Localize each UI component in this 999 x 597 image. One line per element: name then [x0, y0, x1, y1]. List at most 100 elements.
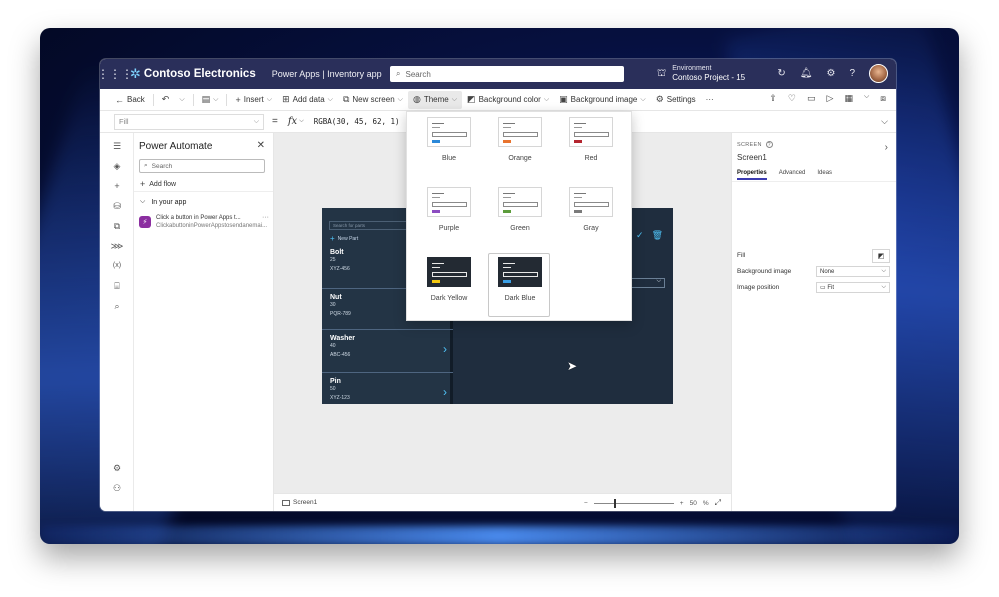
theme-option-gray[interactable]: Gray: [559, 183, 621, 247]
power-automate-icon[interactable]: ⋙: [110, 239, 124, 253]
screen-tab[interactable]: Screen1: [282, 499, 317, 506]
paste-button[interactable]: ▤ ⌵: [197, 94, 224, 105]
in-your-app-section[interactable]: ⌵ In your app: [140, 198, 186, 206]
fit-to-window-icon[interactable]: ⤢: [715, 498, 721, 508]
search-icon[interactable]: ⌕: [110, 299, 124, 313]
hamburger-icon[interactable]: ☰: [110, 139, 124, 153]
tree-view-icon[interactable]: ◈: [110, 159, 124, 173]
chevron-right-icon[interactable]: ›: [443, 342, 447, 356]
zoom-out-button[interactable]: −: [584, 500, 588, 507]
properties-pane: SCREEN ? Screen1 › Properties Advanced I…: [731, 133, 896, 511]
publish-icon[interactable]: ⧈: [880, 93, 886, 104]
account-icon[interactable]: ⚇: [110, 481, 124, 495]
copilot-icon[interactable]: ↻: [777, 68, 785, 79]
chevron-down-icon: ⌵: [266, 95, 273, 103]
back-button[interactable]: ← Back: [110, 95, 150, 105]
settings-button[interactable]: ⚙ Settings: [651, 94, 701, 105]
theme-option-dark-blue[interactable]: Dark Blue: [488, 253, 550, 317]
properties-kicker: SCREEN ?: [737, 141, 773, 148]
add-data-button[interactable]: ⊞ Add data ⌵: [277, 94, 338, 105]
more-button[interactable]: ···: [701, 95, 719, 104]
tab-ideas[interactable]: Ideas: [817, 170, 832, 180]
theme-swatch: [569, 117, 613, 147]
flow-list-item[interactable]: ⚡︎ Click a button in Power Apps t... Cli…: [139, 214, 269, 234]
chevron-right-icon[interactable]: ›: [885, 142, 888, 153]
plus-icon: +: [235, 94, 241, 105]
tab-advanced[interactable]: Advanced: [779, 170, 806, 180]
media-icon[interactable]: ⧉: [110, 219, 124, 233]
formula-input[interactable]: RGBA(30, 45, 62, 1): [314, 117, 400, 126]
title-bar: ⋮⋮⋮ ✲ Contoso Electronics Power Apps | I…: [100, 59, 896, 89]
more-options-icon[interactable]: ···: [262, 214, 269, 221]
new-screen-label: New screen: [352, 95, 395, 104]
undo-dropdown[interactable]: ⌵: [174, 96, 189, 104]
data-icon[interactable]: ⛁: [110, 199, 124, 213]
user-avatar[interactable]: [869, 64, 888, 83]
background-image-button[interactable]: ▣ Background image ⌵: [554, 94, 651, 105]
pane-title: Power Automate: [139, 141, 213, 152]
new-screen-button[interactable]: ⧉ New screen ⌵: [338, 94, 408, 105]
notifications-icon[interactable]: 🔔︎: [800, 68, 813, 79]
advanced-tools-icon[interactable]: ⌸: [110, 279, 124, 293]
zoom-in-button[interactable]: +: [680, 500, 684, 507]
pane-search-input[interactable]: ⌕ Search: [139, 159, 265, 173]
background-color-button[interactable]: ◩ Background color ⌵: [462, 94, 554, 105]
theme-option-purple[interactable]: Purple: [417, 183, 479, 247]
background-image-label: Background image: [737, 268, 792, 275]
theme-option-green[interactable]: Green: [488, 183, 550, 247]
global-search-input[interactable]: ⌕ Search: [390, 66, 624, 82]
environment-picker[interactable]: ⛫ Environment Contoso Project - 15: [657, 64, 745, 82]
tab-properties[interactable]: Properties: [737, 170, 767, 180]
save-icon[interactable]: ▦: [844, 93, 853, 104]
chevron-down-icon[interactable]: ⌵: [299, 118, 304, 125]
part-name: Washer: [330, 335, 356, 342]
chevron-down-icon[interactable]: ⌵: [864, 93, 869, 104]
chevron-down-icon: ⌵: [140, 198, 146, 205]
new-part-button[interactable]: + New Part: [330, 234, 358, 243]
equals-sign: =: [272, 116, 278, 127]
help-icon[interactable]: ?: [849, 68, 855, 79]
zoom-slider[interactable]: [593, 498, 674, 508]
zoom-value: 50: [689, 499, 697, 507]
gallery-item[interactable]: Washer 40 ABC-456 ›: [322, 329, 453, 371]
environment-label: Environment: [672, 65, 712, 72]
theme-label: Orange: [508, 155, 532, 162]
close-icon[interactable]: ✕: [257, 140, 265, 151]
comments-icon[interactable]: ▭: [807, 93, 816, 104]
background-image-dropdown[interactable]: None ⌵: [816, 266, 890, 277]
search-icon: ⌕: [396, 69, 401, 78]
theme-option-dark-yellow[interactable]: Dark Yellow: [417, 253, 479, 317]
gallery-item[interactable]: Pin 50 XYZ-123 ›: [322, 372, 453, 404]
theme-swatch: [427, 187, 471, 217]
part-code: XYZ-123: [330, 395, 350, 401]
theme-button[interactable]: ◍ Theme ⌵: [407, 90, 463, 109]
fill-color-picker[interactable]: ◩: [872, 249, 890, 263]
divider: [192, 93, 194, 106]
part-code: ABC-456: [330, 352, 351, 358]
preview-play-icon[interactable]: ▷: [827, 93, 834, 104]
theme-option-red[interactable]: Red: [559, 113, 621, 177]
share-icon[interactable]: ⇪: [769, 93, 777, 104]
image-position-label: Image position: [737, 284, 780, 291]
image-position-dropdown[interactable]: ▭ Fit ⌵: [816, 282, 890, 293]
insert-icon[interactable]: +: [110, 179, 124, 193]
property-dropdown[interactable]: Fill ⌵: [114, 113, 264, 130]
app-checker-icon[interactable]: ♡: [788, 93, 796, 104]
theme-option-blue[interactable]: Blue: [417, 113, 479, 177]
settings-gear-icon[interactable]: ⚙: [110, 461, 124, 475]
fx-icon[interactable]: fx: [288, 116, 297, 127]
trash-icon[interactable]: 🗑︎: [652, 230, 663, 241]
chevron-right-icon[interactable]: ›: [443, 385, 447, 399]
variables-icon[interactable]: (x): [110, 259, 124, 273]
help-icon[interactable]: ?: [765, 141, 773, 148]
app-launcher-icon[interactable]: ⋮⋮⋮: [100, 59, 133, 89]
expand-formula-icon[interactable]: ⌵: [881, 116, 888, 127]
background-image-value: None: [820, 269, 835, 275]
checkmark-icon[interactable]: ✓: [636, 230, 644, 241]
theme-option-orange[interactable]: Orange: [488, 113, 550, 177]
add-flow-button[interactable]: + Add flow: [140, 179, 176, 189]
settings-gear-icon[interactable]: ⚙: [826, 68, 835, 79]
plus-icon: +: [140, 179, 146, 189]
insert-button[interactable]: + Insert ⌵: [230, 95, 277, 105]
undo-button[interactable]: ↶: [157, 94, 175, 105]
